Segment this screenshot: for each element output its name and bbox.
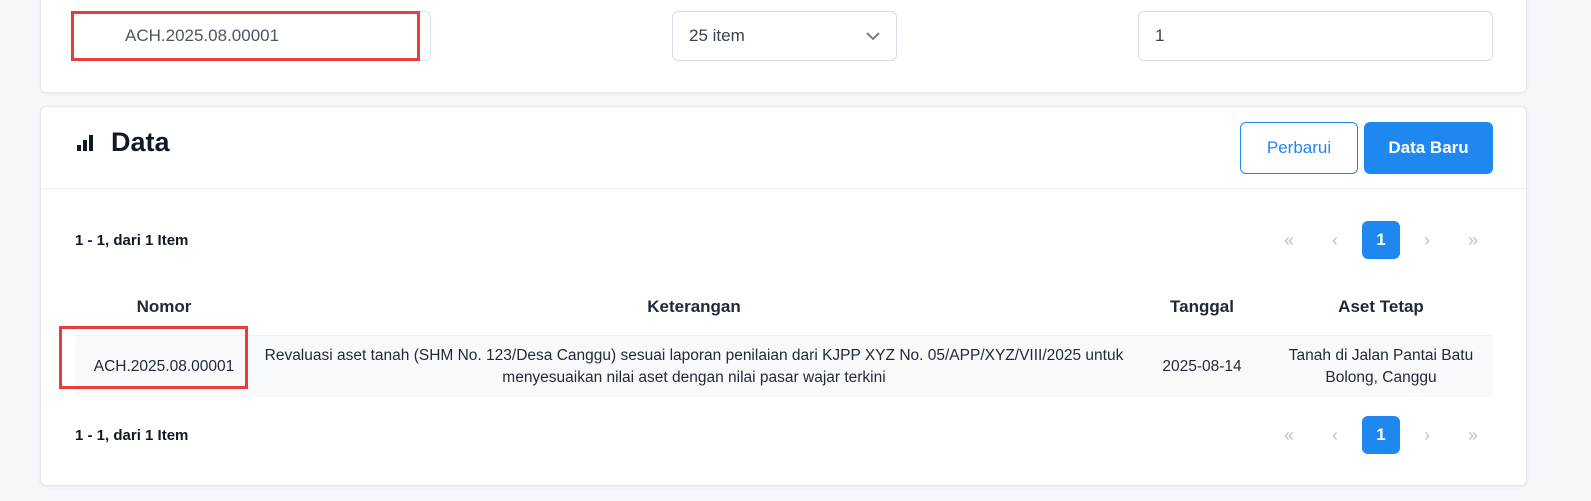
section-title: Data [111,127,170,157]
first-page-button[interactable]: « [1270,416,1308,454]
column-header-nomor[interactable]: Nomor [75,297,253,317]
pagination-summary-top: 1 - 1, dari 1 Item [75,232,189,249]
next-page-button[interactable]: › [1408,221,1446,259]
data-card: Data Perbarui Data Baru 1 - 1, dari 1 It… [40,106,1527,486]
cell-tanggal: 2025-08-14 [1162,357,1242,375]
data-table: Nomor Keterangan Tanggal Aset Tetap ACH.… [75,279,1493,397]
pagination-summary-bottom: 1 - 1, dari 1 Item [75,427,189,444]
page-number-input[interactable] [1138,11,1493,61]
search-input[interactable] [73,11,431,61]
bar-chart-icon [77,134,97,151]
prev-page-button[interactable]: ‹ [1316,221,1354,259]
new-data-button[interactable]: Data Baru [1364,122,1493,174]
last-page-button[interactable]: » [1454,221,1492,259]
pagination-top: « ‹ 1 › » [1270,221,1492,259]
column-header-keterangan[interactable]: Keterangan [253,297,1135,317]
filter-card: 25 item [40,0,1527,93]
column-header-tanggal[interactable]: Tanggal [1135,297,1269,317]
next-page-button[interactable]: › [1408,416,1446,454]
last-page-button[interactable]: » [1454,416,1492,454]
refresh-button[interactable]: Perbarui [1240,122,1358,174]
cell-aset-tetap: Tanah di Jalan Pantai Batu Bolong, Cangg… [1288,346,1474,386]
column-header-aset-tetap[interactable]: Aset Tetap [1269,297,1493,317]
chevron-down-icon [866,26,880,46]
prev-page-button[interactable]: ‹ [1316,416,1354,454]
pagination-bottom: « ‹ 1 › » [1270,416,1492,454]
current-page-button[interactable]: 1 [1362,221,1400,259]
table-row[interactable]: ACH.2025.08.00001 Revaluasi aset tanah (… [75,335,1493,397]
table-header: Nomor Keterangan Tanggal Aset Tetap [75,279,1493,335]
current-page-button[interactable]: 1 [1362,416,1400,454]
per-page-value: 25 item [689,26,745,45]
first-page-button[interactable]: « [1270,221,1308,259]
cell-keterangan: Revaluasi aset tanah (SHM No. 123/Desa C… [264,346,1124,386]
per-page-select[interactable]: 25 item [672,11,897,61]
data-header: Data Perbarui Data Baru [41,107,1526,189]
cell-nomor[interactable]: ACH.2025.08.00001 [75,356,253,378]
section-title-wrap: Data [77,127,170,158]
